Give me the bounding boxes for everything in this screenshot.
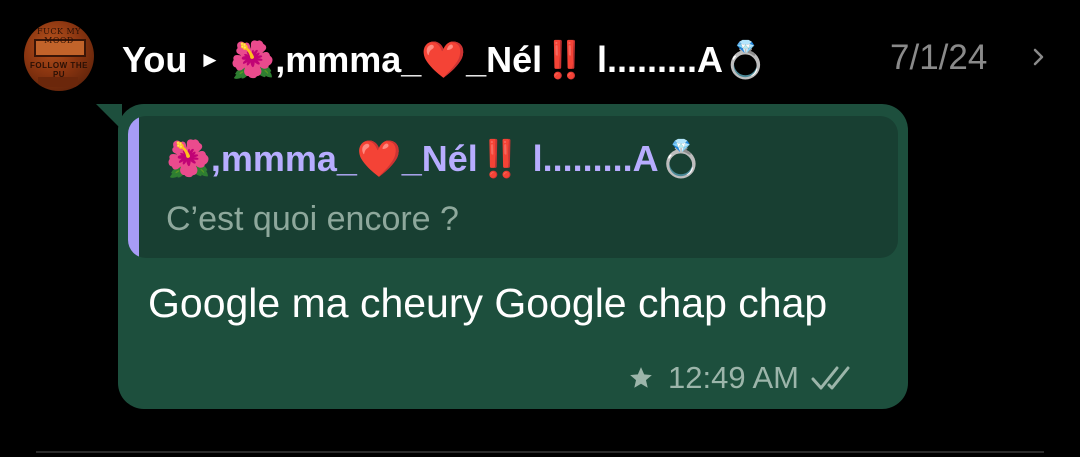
quoted-text: C’est quoi encore ? [166, 200, 459, 238]
avatar[interactable]: FUCK MY MOOD FOLLOW THE PU [24, 21, 94, 91]
recipient-name-part: _Nél [466, 39, 543, 80]
message-meta: 12:49 AM [628, 358, 859, 398]
quoted-message[interactable]: 🌺,mmma_❤️_Nél‼️ l.........A💍 C’est quoi … [128, 116, 898, 258]
avatar-text-top: FUCK MY MOOD [37, 27, 81, 45]
hibiscus-icon: 🌺 [230, 40, 276, 81]
ring-icon: 💍 [658, 139, 704, 180]
message-date: 7/1/24 [890, 38, 988, 77]
triangle-right-icon: ▶ [203, 50, 217, 69]
ring-icon: 💍 [723, 40, 768, 81]
recipient-name: 🌺,mmma_❤️_Nél‼️ l.........A💍 [230, 39, 767, 81]
quoted-author-part: l.........A [522, 138, 659, 179]
quoted-author-part: _Nél [401, 138, 478, 179]
avatar-text-bottom: FOLLOW THE PU [30, 61, 88, 79]
divider [36, 451, 1044, 453]
message-info-screen: FUCK MY MOOD FOLLOW THE PU You ▶ 🌺,mmma_… [0, 0, 1080, 457]
chevron-right-icon[interactable] [1030, 46, 1048, 68]
message-time: 12:49 AM [668, 360, 799, 395]
message-header[interactable]: You ▶ 🌺,mmma_❤️_Nél‼️ l.........A💍 [122, 36, 768, 84]
star-icon [630, 367, 652, 388]
double-check-icon [811, 366, 850, 390]
heart-icon: ❤️ [356, 139, 402, 180]
recipient-name-part: l.........A [587, 39, 724, 80]
quoted-author-part: ,mmma_ [210, 138, 357, 179]
sender-name: You [122, 39, 188, 80]
heart-icon: ❤️ [421, 40, 467, 81]
recipient-name-part: ,mmma_ [275, 39, 422, 80]
double-exclamation-icon: ‼️ [477, 139, 523, 180]
quote-accent-bar [128, 116, 139, 258]
double-exclamation-icon: ‼️ [542, 40, 588, 81]
message-text: Google ma cheury Google chap chap [148, 280, 828, 326]
quoted-author: 🌺,mmma_❤️_Nél‼️ l.........A💍 [166, 138, 703, 180]
hibiscus-icon: 🌺 [166, 139, 211, 180]
